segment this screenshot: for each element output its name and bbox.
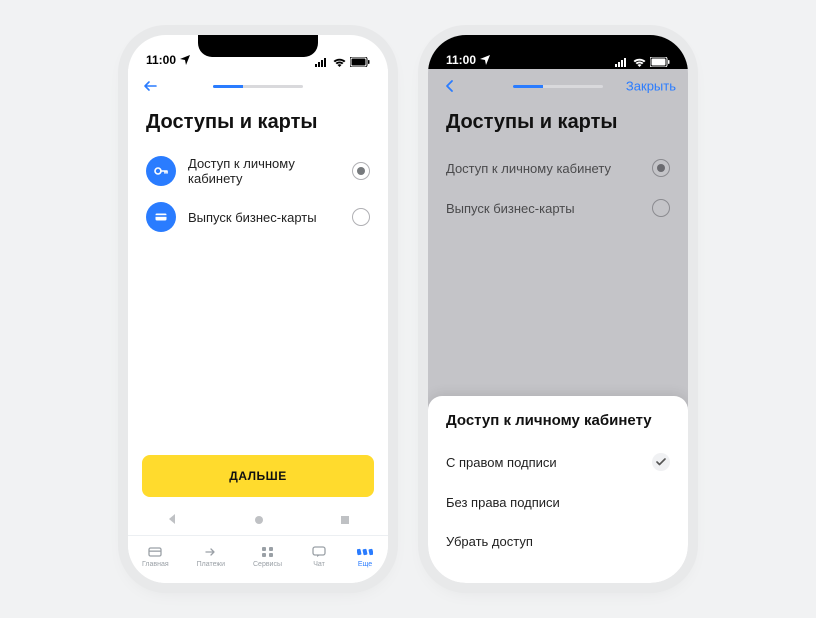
progress-fill (213, 85, 243, 88)
progress-bar (513, 85, 603, 88)
topbar (128, 69, 388, 103)
sheet-option-remove[interactable]: Убрать доступ (446, 522, 670, 561)
options-list: Доступ к личному кабинету Выпуск бизнес-… (428, 148, 688, 228)
tab-services[interactable]: Сервисы (253, 545, 282, 568)
close-button[interactable]: Закрыть (626, 79, 676, 94)
screen: Доступы и карты Доступ к личному кабинет… (128, 69, 388, 583)
tab-chat[interactable]: Чат (310, 545, 328, 568)
sheet-title: Доступ к личному кабинету (446, 412, 670, 429)
bottom-sheet: Доступ к личному кабинету С правом подпи… (428, 396, 688, 583)
next-button[interactable]: ДАЛЬШЕ (142, 455, 374, 497)
page-title: Доступы и карты (128, 103, 388, 148)
radio-selected[interactable] (352, 162, 370, 180)
option-label: Выпуск бизнес-карты (188, 210, 340, 225)
nav-home-icon[interactable] (254, 512, 264, 530)
sheet-option-no-signing[interactable]: Без права подписи (446, 483, 670, 522)
battery-icon (350, 57, 370, 67)
wifi-icon (633, 58, 646, 67)
home-icon (146, 545, 164, 559)
wifi-icon (333, 58, 346, 67)
status-time: 11:00 (446, 53, 476, 67)
option-label: Выпуск бизнес-карты (446, 201, 640, 216)
radio-unselected[interactable] (652, 199, 670, 217)
radio-unselected[interactable] (352, 208, 370, 226)
services-icon (259, 545, 277, 559)
options-list: Доступ к личному кабинету Выпуск бизнес-… (128, 148, 388, 240)
payments-icon (202, 545, 220, 559)
status-time: 11:00 (146, 53, 176, 67)
option-row-account-access[interactable]: Доступ к личному кабинету (446, 148, 670, 188)
battery-icon (650, 57, 670, 67)
notch (498, 35, 618, 57)
nav-recents-icon[interactable] (340, 512, 350, 530)
signal-icon (615, 58, 629, 67)
location-icon (480, 55, 490, 65)
android-nav (128, 507, 388, 535)
tabbar: Главная Платежи Сервисы Чат Еще (128, 535, 388, 583)
phone-state-list: 11:00 Доступы и карты (128, 35, 388, 583)
back-button[interactable] (138, 74, 162, 98)
nav-back-icon[interactable] (166, 512, 178, 530)
option-row-business-card[interactable]: Выпуск бизнес-карты (146, 194, 370, 240)
more-icon (356, 545, 374, 559)
progress-bar (213, 85, 303, 88)
phone-state-sheet: 11:00 Закрыть (428, 35, 688, 583)
tab-more[interactable]: Еще (356, 545, 374, 568)
card-icon (146, 202, 176, 232)
back-button[interactable] (438, 74, 462, 98)
option-label: Доступ к личному кабинету (446, 161, 640, 176)
option-label: Доступ к личному кабинету (188, 156, 340, 186)
topbar: Закрыть (428, 69, 688, 103)
page-title: Доступы и карты (428, 103, 688, 148)
notch (198, 35, 318, 57)
sheet-option-signing[interactable]: С правом подписи (446, 441, 670, 483)
key-icon (146, 156, 176, 186)
option-row-account-access[interactable]: Доступ к личному кабинету (146, 148, 370, 194)
progress-fill (513, 85, 543, 88)
tab-payments[interactable]: Платежи (197, 545, 225, 568)
signal-icon (315, 58, 329, 67)
chat-icon (310, 545, 328, 559)
check-icon (652, 453, 670, 471)
option-row-business-card[interactable]: Выпуск бизнес-карты (446, 188, 670, 228)
screen: Закрыть Доступы и карты Доступ к личному… (428, 69, 688, 583)
radio-selected[interactable] (652, 159, 670, 177)
location-icon (180, 55, 190, 65)
tab-home[interactable]: Главная (142, 545, 169, 568)
